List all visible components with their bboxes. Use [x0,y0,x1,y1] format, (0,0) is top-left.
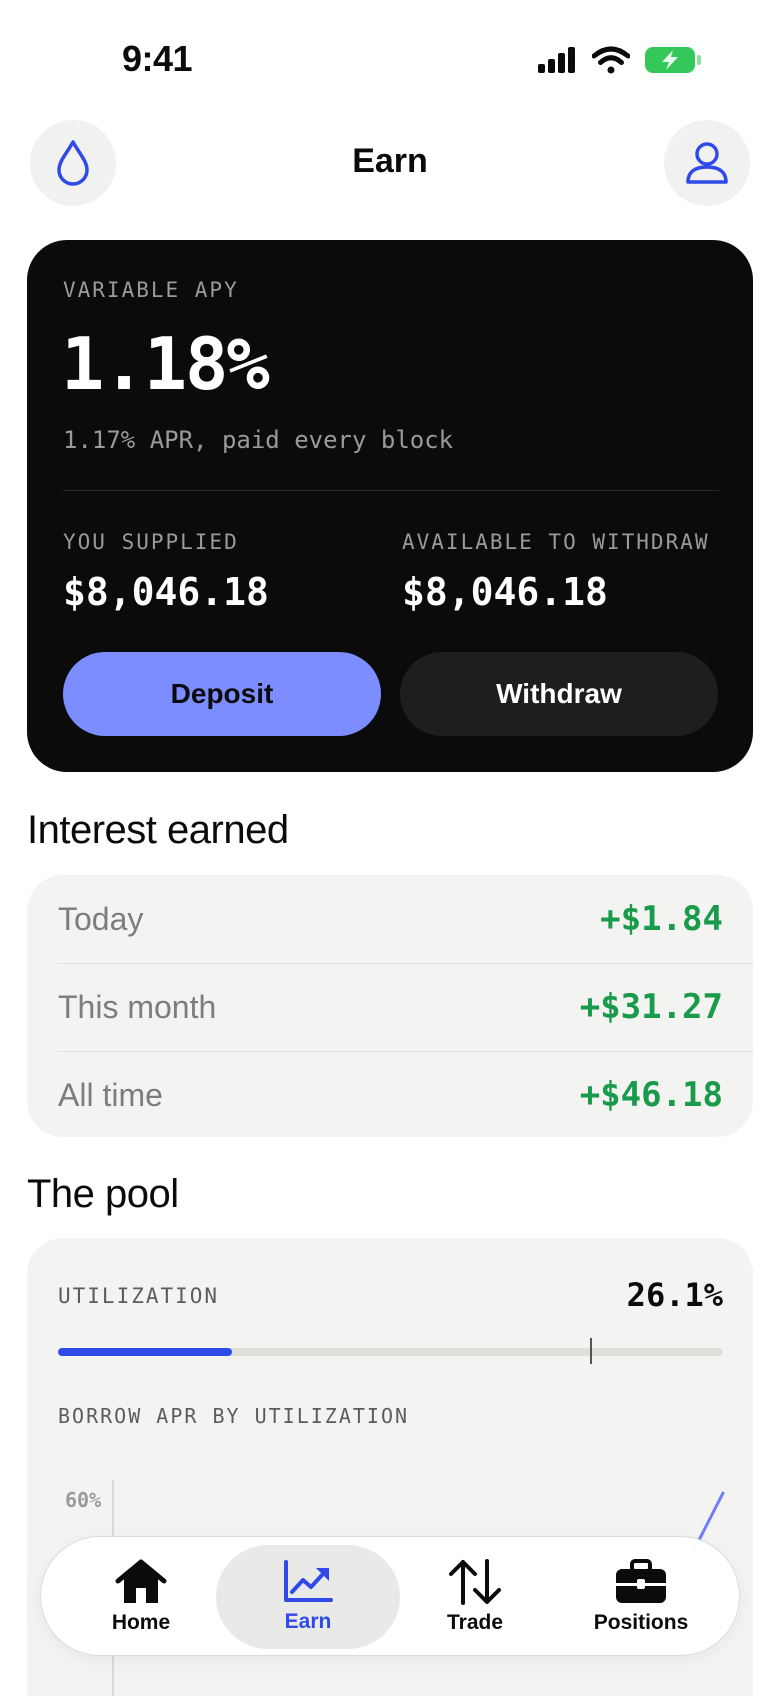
briefcase-icon [616,1559,666,1603]
supplied-value: $8,046.18 [63,570,269,614]
chart-up-icon [284,1560,333,1602]
interest-row-value: +$31.27 [579,987,723,1027]
status-time: 9:41 [122,38,193,79]
tab-label: Home [111,1611,171,1634]
cellular-signal-icon [538,47,575,73]
interest-section-title: Interest earned [27,808,289,852]
apy-card: VARIABLE APY 1.18% 1.17% APR, paid every… [27,240,753,772]
supplied-label: YOU SUPPLIED [63,530,239,554]
home-icon [115,1559,167,1603]
interest-row-value: +$1.84 [600,899,723,939]
divider [63,490,719,491]
page-title: Earn [352,142,428,180]
tab-positions[interactable]: Positions [549,1545,733,1649]
interest-row-all-time: All time +$46.18 [58,1051,723,1137]
interest-row-label: This month [58,988,217,1025]
available-value: $8,046.18 [402,570,608,614]
header: Earn [0,120,780,206]
available-label: AVAILABLE TO WITHDRAW [402,530,710,554]
pool-section-title: The pool [27,1172,179,1216]
apy-label: VARIABLE APY [63,278,239,302]
tab-label: Positions [593,1611,689,1634]
interest-row-month: This month +$31.27 [58,963,723,1051]
interest-row-value: +$46.18 [579,1075,723,1115]
tab-label: Trade [446,1611,504,1634]
profile-icon [686,142,728,184]
tab-home[interactable]: Home [49,1545,233,1649]
tab-earn[interactable]: Earn [216,1545,400,1649]
apr-subtitle: 1.17% APR, paid every block [63,426,454,454]
interest-row-label: All time [58,1076,163,1113]
swap-arrows-icon [449,1559,501,1605]
interest-card: Today +$1.84 This month +$31.27 All time… [27,875,753,1137]
interest-row-label: Today [58,900,144,937]
status-bar: 9:41 [0,0,780,110]
status-icons [538,46,702,74]
tab-trade[interactable]: Trade [383,1545,567,1649]
deposit-button[interactable]: Deposit [63,652,381,736]
tab-label: Earn [284,1610,332,1633]
withdraw-button[interactable]: Withdraw [400,652,718,736]
profile-button[interactable] [664,120,750,206]
battery-charging-icon [645,47,701,73]
apy-value: 1.18% [61,322,270,406]
wifi-icon [592,46,630,74]
interest-row-today: Today +$1.84 [58,875,723,963]
tab-bar: Home Earn Trade Positions [40,1536,740,1656]
